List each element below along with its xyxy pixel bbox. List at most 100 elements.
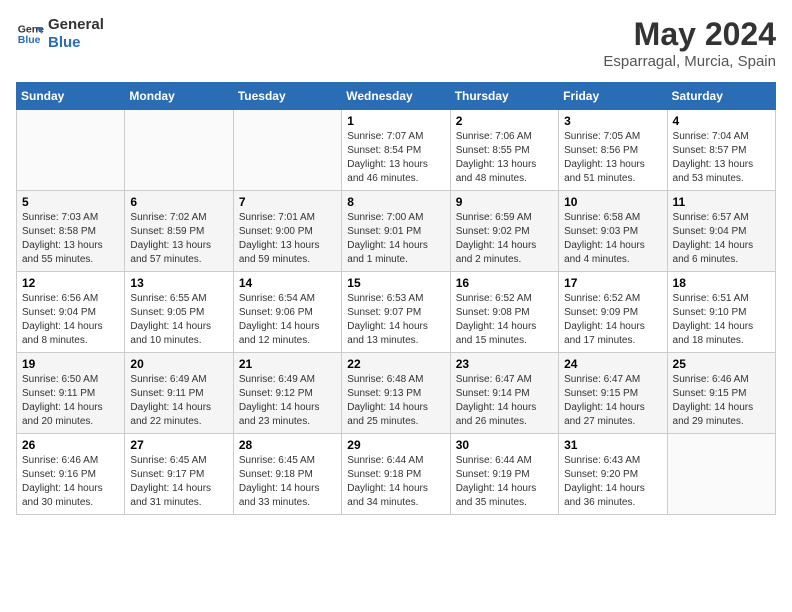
calendar-cell: 24Sunrise: 6:47 AM Sunset: 9:15 PM Dayli… (559, 353, 667, 434)
day-number: 26 (22, 438, 119, 452)
day-info: Sunrise: 6:43 AM Sunset: 9:20 PM Dayligh… (564, 454, 661, 510)
calendar-cell: 4Sunrise: 7:04 AM Sunset: 8:57 PM Daylig… (667, 110, 775, 191)
logo-icon: General Blue (16, 20, 44, 48)
day-number: 12 (22, 276, 119, 290)
calendar-cell: 29 Sunrise: 6:44 AM Sunset: 9:18 PM Dayli… (342, 434, 450, 515)
calendar-cell: 22Sunrise: 6:48 AM Sunset: 9:13 PM Dayli… (342, 353, 450, 434)
day-number: 11 (673, 195, 770, 209)
day-number: 29 (347, 438, 444, 452)
calendar-cell: 25 Sunrise: 6:46 AM Sunset: 9:15 PM Dayli… (667, 353, 775, 434)
day-number: 1 (347, 114, 444, 128)
page-header: General Blue General Blue May 2024 Espar… (16, 16, 776, 70)
svg-text:Blue: Blue (18, 34, 41, 46)
logo: General Blue General Blue (16, 16, 104, 52)
day-number: 14 (239, 276, 336, 290)
day-number: 20 (130, 357, 227, 371)
day-number: 21 (239, 357, 336, 371)
header-row: SundayMondayTuesdayWednesdayThursdayFrid… (17, 83, 776, 110)
day-number: 23 (456, 357, 553, 371)
calendar-cell: 28 Sunrise: 6:45 AM Sunset: 9:18 PM Dayli… (233, 434, 341, 515)
day-info: Sunrise: 6:49 AM Sunset: 9:11 PM Dayligh… (130, 373, 227, 429)
day-info: Sunrise: 6:45 AM Sunset: 9:17 PM Dayligh… (130, 454, 227, 510)
week-row-2: 5Sunrise: 7:03 AM Sunset: 8:58 PM Daylig… (17, 191, 776, 272)
day-number: 19 (22, 357, 119, 371)
day-info: Sunrise: 6:45 AM Sunset: 9:18 PM Dayligh… (239, 454, 336, 510)
week-row-5: 26 Sunrise: 6:46 AM Sunset: 9:16 PM Dayli… (17, 434, 776, 515)
day-info: Sunrise: 6:54 AM Sunset: 9:06 PM Dayligh… (239, 292, 336, 348)
calendar-cell: 14 Sunrise: 6:54 AM Sunset: 9:06 PM Dayli… (233, 272, 341, 353)
day-info: Sunrise: 6:52 AM Sunset: 9:09 PM Dayligh… (564, 292, 661, 348)
week-row-4: 19 Sunrise: 6:50 AM Sunset: 9:11 PM Dayli… (17, 353, 776, 434)
main-title: May 2024 (603, 16, 776, 53)
day-info: Sunrise: 6:46 AM Sunset: 9:16 PM Dayligh… (22, 454, 119, 510)
day-info: Sunrise: 6:56 AM Sunset: 9:04 PM Dayligh… (22, 292, 119, 348)
calendar-cell: 1Sunrise: 7:07 AM Sunset: 8:54 PM Daylig… (342, 110, 450, 191)
day-number: 27 (130, 438, 227, 452)
day-number: 25 (673, 357, 770, 371)
calendar-cell: 13 Sunrise: 6:55 AM Sunset: 9:05 PM Dayli… (125, 272, 233, 353)
day-info: Sunrise: 6:49 AM Sunset: 9:12 PM Dayligh… (239, 373, 336, 429)
col-header-monday: Monday (125, 83, 233, 110)
day-info: Sunrise: 6:55 AM Sunset: 9:05 PM Dayligh… (130, 292, 227, 348)
calendar-cell: 19 Sunrise: 6:50 AM Sunset: 9:11 PM Dayli… (17, 353, 125, 434)
logo-line2: Blue (48, 34, 104, 52)
day-number: 7 (239, 195, 336, 209)
calendar-cell (667, 434, 775, 515)
day-number: 30 (456, 438, 553, 452)
day-info: Sunrise: 6:53 AM Sunset: 9:07 PM Dayligh… (347, 292, 444, 348)
day-number: 28 (239, 438, 336, 452)
day-info: Sunrise: 7:03 AM Sunset: 8:58 PM Dayligh… (22, 211, 119, 267)
calendar-cell: 17 Sunrise: 6:52 AM Sunset: 9:09 PM Dayli… (559, 272, 667, 353)
day-number: 24 (564, 357, 661, 371)
col-header-sunday: Sunday (17, 83, 125, 110)
day-number: 2 (456, 114, 553, 128)
col-header-wednesday: Wednesday (342, 83, 450, 110)
calendar-cell: 27 Sunrise: 6:45 AM Sunset: 9:17 PM Dayli… (125, 434, 233, 515)
col-header-tuesday: Tuesday (233, 83, 341, 110)
title-block: May 2024 Esparragal, Murcia, Spain (603, 16, 776, 70)
calendar-cell: 21 Sunrise: 6:49 AM Sunset: 9:12 PM Dayli… (233, 353, 341, 434)
day-info: Sunrise: 7:02 AM Sunset: 8:59 PM Dayligh… (130, 211, 227, 267)
day-number: 8 (347, 195, 444, 209)
day-info: Sunrise: 6:44 AM Sunset: 9:18 PM Dayligh… (347, 454, 444, 510)
day-info: Sunrise: 7:06 AM Sunset: 8:55 PM Dayligh… (456, 130, 553, 186)
day-info: Sunrise: 6:46 AM Sunset: 9:15 PM Dayligh… (673, 373, 770, 429)
calendar-cell: 5Sunrise: 7:03 AM Sunset: 8:58 PM Daylig… (17, 191, 125, 272)
day-number: 17 (564, 276, 661, 290)
calendar-cell: 2 Sunrise: 7:06 AM Sunset: 8:55 PM Daylig… (450, 110, 558, 191)
day-info: Sunrise: 7:04 AM Sunset: 8:57 PM Dayligh… (673, 130, 770, 186)
day-info: Sunrise: 7:01 AM Sunset: 9:00 PM Dayligh… (239, 211, 336, 267)
col-header-friday: Friday (559, 83, 667, 110)
day-info: Sunrise: 6:47 AM Sunset: 9:14 PM Dayligh… (456, 373, 553, 429)
col-header-thursday: Thursday (450, 83, 558, 110)
day-info: Sunrise: 6:59 AM Sunset: 9:02 PM Dayligh… (456, 211, 553, 267)
day-number: 6 (130, 195, 227, 209)
day-info: Sunrise: 7:05 AM Sunset: 8:56 PM Dayligh… (564, 130, 661, 186)
logo-line1: General (48, 16, 104, 34)
calendar-cell (17, 110, 125, 191)
day-number: 13 (130, 276, 227, 290)
col-header-saturday: Saturday (667, 83, 775, 110)
calendar-cell: 31 Sunrise: 6:43 AM Sunset: 9:20 PM Dayli… (559, 434, 667, 515)
day-info: Sunrise: 6:44 AM Sunset: 9:19 PM Dayligh… (456, 454, 553, 510)
calendar-cell: 23 Sunrise: 6:47 AM Sunset: 9:14 PM Dayli… (450, 353, 558, 434)
calendar-table: SundayMondayTuesdayWednesdayThursdayFrid… (16, 82, 776, 515)
day-number: 18 (673, 276, 770, 290)
calendar-cell: 3Sunrise: 7:05 AM Sunset: 8:56 PM Daylig… (559, 110, 667, 191)
week-row-3: 12 Sunrise: 6:56 AM Sunset: 9:04 PM Dayli… (17, 272, 776, 353)
calendar-cell (125, 110, 233, 191)
calendar-cell: 20 Sunrise: 6:49 AM Sunset: 9:11 PM Dayli… (125, 353, 233, 434)
calendar-cell: 10 Sunrise: 6:58 AM Sunset: 9:03 PM Dayli… (559, 191, 667, 272)
day-number: 10 (564, 195, 661, 209)
day-info: Sunrise: 6:57 AM Sunset: 9:04 PM Dayligh… (673, 211, 770, 267)
day-info: Sunrise: 6:52 AM Sunset: 9:08 PM Dayligh… (456, 292, 553, 348)
calendar-cell (233, 110, 341, 191)
day-info: Sunrise: 6:58 AM Sunset: 9:03 PM Dayligh… (564, 211, 661, 267)
day-number: 31 (564, 438, 661, 452)
calendar-cell: 7 Sunrise: 7:01 AM Sunset: 9:00 PM Daylig… (233, 191, 341, 272)
day-number: 16 (456, 276, 553, 290)
calendar-cell: 15Sunrise: 6:53 AM Sunset: 9:07 PM Dayli… (342, 272, 450, 353)
day-info: Sunrise: 6:50 AM Sunset: 9:11 PM Dayligh… (22, 373, 119, 429)
week-row-1: 1Sunrise: 7:07 AM Sunset: 8:54 PM Daylig… (17, 110, 776, 191)
calendar-cell: 26 Sunrise: 6:46 AM Sunset: 9:16 PM Dayli… (17, 434, 125, 515)
